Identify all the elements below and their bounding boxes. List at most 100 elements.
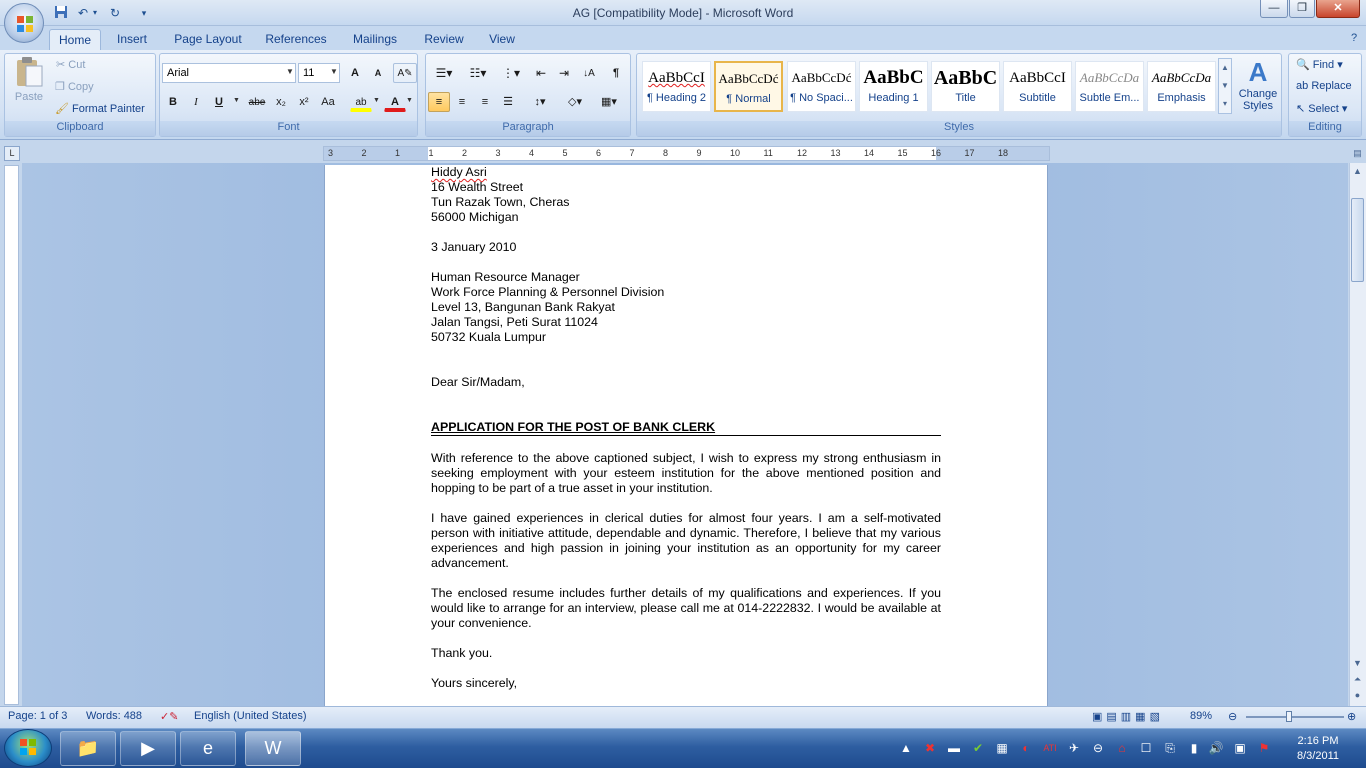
save-icon[interactable] (52, 5, 70, 21)
justify-icon[interactable]: ☰ (497, 92, 519, 112)
internet-explorer-taskbar-icon[interactable]: e (180, 731, 236, 766)
volume-icon[interactable]: 🔊 (1208, 740, 1224, 756)
grow-font-button[interactable]: A (344, 63, 366, 83)
scrollbar-thumb[interactable] (1351, 198, 1364, 282)
tab-insert[interactable]: Insert (108, 29, 156, 50)
underline-button[interactable]: U (208, 92, 230, 112)
language-indicator[interactable]: English (United States) (194, 710, 307, 722)
zoom-out-icon[interactable]: ⊖ (1228, 710, 1237, 723)
sort-icon[interactable]: ↓A (578, 63, 600, 83)
style-title[interactable]: AaBbC Title (931, 61, 1000, 112)
scroll-down-icon[interactable]: ▼ (1350, 656, 1365, 671)
bold-button[interactable]: B (162, 92, 184, 112)
font-name-dropdown-icon[interactable]: ▼ (286, 67, 294, 76)
paste-button[interactable]: Paste (10, 56, 48, 112)
superscript-button[interactable]: x² (293, 92, 315, 112)
word-count[interactable]: Words: 488 (86, 710, 142, 722)
tray-icon[interactable]: ▲ (898, 740, 914, 756)
style-normal[interactable]: AaBbCcDć ¶ Normal (714, 61, 783, 112)
document-body[interactable]: Hiddy Asri 16 Wealth Street Tun Razak To… (431, 165, 941, 691)
tray-icon[interactable]: ✔ (970, 740, 986, 756)
action-center-icon[interactable]: ⚑ (1256, 740, 1272, 756)
zoom-slider-thumb[interactable] (1286, 711, 1292, 722)
shading-icon[interactable]: ◇▾ (560, 92, 590, 112)
format-painter-button[interactable]: 🖌 Format Painter (55, 102, 145, 115)
scroll-up-icon[interactable]: ▲ (1350, 164, 1365, 179)
tab-page-layout[interactable]: Page Layout (168, 29, 248, 50)
italic-button[interactable]: I (185, 92, 207, 112)
font-color-button[interactable]: A (384, 92, 406, 112)
style-heading-2[interactable]: AaBbCcI ¶ Heading 2 (642, 61, 711, 112)
tab-mailings[interactable]: Mailings (344, 29, 406, 50)
cut-button[interactable]: ✂ Cut (56, 58, 85, 71)
tray-icon[interactable]: ✖ (922, 740, 938, 756)
tray-icon[interactable]: ◐ (1018, 740, 1034, 756)
styles-scroll[interactable]: ▲ ▼ ▾ (1218, 58, 1232, 114)
battery-icon[interactable]: ▮ (1186, 740, 1202, 756)
style-subtle-emphasis[interactable]: AaBbCcDa Subtle Em... (1075, 61, 1144, 112)
subscript-button[interactable]: x₂ (270, 92, 292, 112)
increase-indent-icon[interactable]: ⇥ (553, 63, 575, 83)
zoom-level[interactable]: 89% (1190, 710, 1212, 722)
tray-icon[interactable]: ⎘ (1162, 740, 1178, 756)
tab-references[interactable]: References (258, 29, 334, 50)
align-center-icon[interactable]: ≡ (451, 92, 473, 112)
style-heading-1[interactable]: AaBbC Heading 1 (859, 61, 928, 112)
find-button[interactable]: 🔍 Find ▾ (1296, 58, 1343, 71)
show-formatting-icon[interactable]: ¶ (605, 63, 627, 83)
word-taskbar-icon[interactable]: W (245, 731, 301, 766)
minimize-button[interactable]: — (1260, 0, 1288, 18)
office-button[interactable] (4, 3, 44, 43)
restore-button[interactable]: ❐ (1289, 0, 1315, 18)
previous-page-icon[interactable]: ⏶ (1350, 672, 1365, 687)
system-clock[interactable]: 2:16 PM 8/3/2011 (1282, 734, 1354, 764)
vertical-ruler[interactable] (4, 165, 19, 705)
tab-selector[interactable]: L (4, 146, 20, 161)
help-icon[interactable]: ? (1346, 32, 1362, 46)
tray-icon[interactable]: ⌂ (1114, 740, 1130, 756)
change-case-button[interactable]: Aa (316, 92, 340, 112)
horizontal-ruler[interactable]: 3 2 1 1 2 3 4 5 6 7 8 9 10 11 12 13 14 15 16 17 18 (323, 146, 1050, 161)
zoom-in-icon[interactable]: ⊕ (1347, 710, 1356, 723)
replace-button[interactable]: ab Replace (1296, 80, 1352, 92)
browse-object-icon[interactable]: ● (1350, 688, 1365, 703)
tab-view[interactable]: View (480, 29, 524, 50)
align-left-icon[interactable]: ≡ (428, 92, 450, 112)
tray-icon[interactable]: ATI (1042, 740, 1058, 756)
view-buttons[interactable]: ▣▤▥▦▧ (1092, 710, 1164, 723)
customize-qat-icon[interactable]: ▾ (138, 5, 150, 21)
tab-home[interactable]: Home (49, 29, 101, 50)
highlight-dropdown-icon[interactable]: ▼ (373, 97, 380, 104)
tray-icon[interactable]: ⊖ (1090, 740, 1106, 756)
network-icon[interactable]: ▣ (1232, 740, 1248, 756)
close-button[interactable]: ✕ (1316, 0, 1360, 18)
copy-button[interactable]: ❐ Copy (55, 80, 94, 93)
tab-review[interactable]: Review (418, 29, 470, 50)
font-size-dropdown-icon[interactable]: ▼ (330, 67, 338, 76)
underline-dropdown-icon[interactable]: ▼ (233, 97, 240, 104)
media-player-taskbar-icon[interactable]: ▶ (120, 731, 176, 766)
line-spacing-icon[interactable]: ↕▾ (525, 92, 555, 112)
tray-icon[interactable]: ☐ (1138, 740, 1154, 756)
bullets-icon[interactable]: ☰▾ (428, 63, 460, 83)
select-button[interactable]: ↖ Select ▾ (1296, 102, 1347, 115)
redo-icon[interactable]: ↻ (106, 5, 124, 21)
tray-icon[interactable]: ▬ (946, 740, 962, 756)
borders-icon[interactable]: ▦▾ (594, 92, 624, 112)
numbering-icon[interactable]: ☷▾ (462, 63, 494, 83)
font-color-dropdown-icon[interactable]: ▼ (406, 97, 413, 104)
highlight-button[interactable]: ab (350, 92, 372, 112)
align-right-icon[interactable]: ≡ (474, 92, 496, 112)
change-styles-button[interactable]: A Change Styles (1236, 56, 1280, 118)
zoom-slider-track[interactable] (1246, 716, 1344, 718)
style-emphasis[interactable]: AaBbCcDa Emphasis (1147, 61, 1216, 112)
strikethrough-button[interactable]: abe (244, 92, 270, 112)
style-no-spacing[interactable]: AaBbCcDć ¶ No Spaci... (787, 61, 856, 112)
start-button[interactable] (4, 729, 52, 767)
proofing-icon[interactable]: ✓✎ (160, 710, 178, 723)
font-name-field[interactable]: Arial (162, 63, 296, 83)
clear-formatting-icon[interactable]: A✎ (393, 63, 417, 83)
multilevel-list-icon[interactable]: ⋮▾ (496, 63, 526, 83)
explorer-taskbar-icon[interactable]: 📁 (60, 731, 116, 766)
view-ruler-icon[interactable]: ▤ (1350, 146, 1365, 161)
